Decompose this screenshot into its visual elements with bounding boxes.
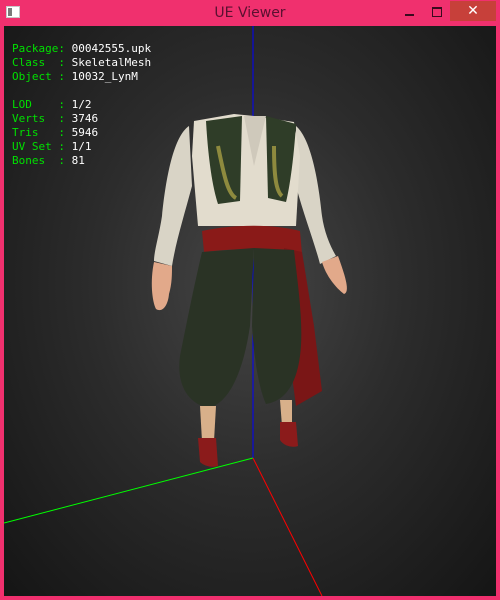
- left-shoe: [198, 438, 218, 467]
- info-class-value: SkeletalMesh: [71, 56, 152, 69]
- info-uvset-row: UV Set : 1/1: [12, 140, 151, 154]
- info-uvset-value: 1/1: [71, 140, 92, 153]
- info-lod-value: 1/2: [71, 98, 92, 111]
- info-class-row: Class : SkeletalMesh: [12, 56, 151, 70]
- minimize-icon: [404, 13, 414, 16]
- info-verts-row: Verts : 3746: [12, 112, 151, 126]
- info-object-row: Object : 10032_LynM: [12, 70, 151, 84]
- maximize-icon: [432, 6, 442, 17]
- info-bones-row: Bones : 81: [12, 154, 151, 168]
- pants-left: [179, 248, 254, 408]
- right-hand: [322, 256, 347, 294]
- info-package-row: Package: 00042555.upk: [12, 42, 151, 56]
- info-object-label: Object :: [12, 70, 72, 83]
- close-button[interactable]: ✕: [450, 1, 496, 21]
- mesh-info-overlay: Package: 00042555.upk Class : SkeletalMe…: [12, 42, 151, 168]
- info-tris-row: Tris : 5946: [12, 126, 151, 140]
- info-tris-value: 5946: [71, 126, 99, 139]
- title-bar[interactable]: UE Viewer ✕: [0, 0, 500, 26]
- info-lod-row: LOD : 1/2: [12, 98, 151, 112]
- info-lod-label: LOD :: [12, 98, 72, 111]
- info-package-label: Package:: [12, 42, 72, 55]
- minimize-button[interactable]: [396, 1, 422, 21]
- ue-viewer-window: UE Viewer ✕ Package: 00042555.upk Class …: [0, 0, 500, 600]
- info-class-label: Class :: [12, 56, 72, 69]
- info-verts-value: 3746: [71, 112, 99, 125]
- info-package-value: 00042555.upk: [71, 42, 152, 55]
- 3d-viewport[interactable]: Package: 00042555.upk Class : SkeletalMe…: [4, 26, 496, 596]
- info-bones-label: Bones :: [12, 154, 72, 167]
- info-object-value: 10032_LynM: [71, 70, 138, 83]
- left-sleeve: [154, 126, 192, 266]
- left-leg: [200, 406, 216, 441]
- info-bones-value: 81: [71, 154, 85, 167]
- left-hand: [151, 262, 172, 311]
- info-verts-label: Verts :: [12, 112, 72, 125]
- right-shoe: [280, 422, 298, 447]
- right-sleeve: [296, 126, 336, 264]
- info-tris-label: Tris :: [12, 126, 72, 139]
- maximize-button[interactable]: [424, 1, 450, 21]
- close-icon: ✕: [467, 3, 479, 19]
- info-uvset-label: UV Set :: [12, 140, 72, 153]
